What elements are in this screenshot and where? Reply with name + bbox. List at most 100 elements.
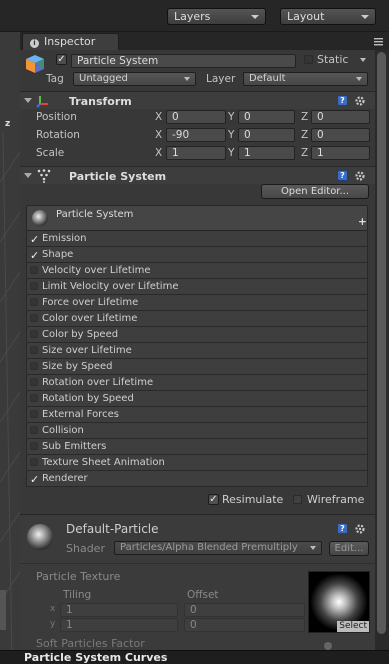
layout-dropdown[interactable]: Layout xyxy=(280,8,376,25)
position-z-field[interactable]: 0 xyxy=(311,110,370,124)
module-row[interactable]: Force over Lifetime xyxy=(26,295,368,311)
position-y-field[interactable]: 0 xyxy=(238,110,295,124)
top-toolbar: Layers Layout xyxy=(0,0,389,32)
gear-icon[interactable] xyxy=(354,170,366,182)
scale-y-field[interactable]: 1 xyxy=(238,146,295,160)
module-label: Color over Lifetime xyxy=(42,313,138,324)
shader-edit-button[interactable]: Edit... xyxy=(329,541,369,556)
particle-system-header[interactable]: Particle System ? xyxy=(20,166,375,184)
slider-knob-icon[interactable] xyxy=(324,642,332,650)
soft-particles-label: Soft Particles Factor xyxy=(36,637,145,650)
help-icon[interactable]: ? xyxy=(337,170,348,181)
scrollbar-thumb[interactable] xyxy=(377,52,386,634)
module-checkbox[interactable] xyxy=(30,426,38,434)
tiling-x-field[interactable]: 1 xyxy=(60,603,178,617)
texture-slot[interactable]: Select xyxy=(308,571,370,633)
module-checkbox[interactable] xyxy=(30,298,38,306)
help-icon[interactable]: ? xyxy=(337,95,348,106)
layers-dropdown[interactable]: Layers xyxy=(167,8,266,25)
help-icon[interactable]: ? xyxy=(337,523,348,534)
module-checkbox[interactable] xyxy=(30,394,38,402)
tiling-y-field[interactable]: 1 xyxy=(60,618,178,632)
info-icon: i xyxy=(30,39,39,48)
foldout-arrow-icon[interactable] xyxy=(24,173,32,178)
tab-menu-icon[interactable] xyxy=(374,37,383,46)
scale-z-field[interactable]: 1 xyxy=(311,146,370,160)
scene-view-edge[interactable]: z xyxy=(0,32,20,664)
module-row[interactable]: Collision xyxy=(26,423,368,439)
module-row[interactable]: ✓ Emission xyxy=(26,231,368,247)
curves-panel-header[interactable]: Particle System Curves xyxy=(0,650,389,664)
gear-icon[interactable] xyxy=(354,95,366,107)
position-label: Position xyxy=(36,111,77,123)
active-checkbox[interactable]: ✓ xyxy=(56,54,67,65)
tag-label: Tag xyxy=(46,73,64,85)
shader-label: Shader xyxy=(66,542,105,555)
module-label: Size by Speed xyxy=(42,361,113,372)
open-editor-button[interactable]: Open Editor... xyxy=(261,184,369,199)
static-checkbox[interactable] xyxy=(304,55,313,64)
module-row[interactable]: ✓ Renderer xyxy=(26,471,368,487)
tab-inspector[interactable]: i Inspector xyxy=(22,33,119,50)
layer-dropdown[interactable]: Default xyxy=(243,72,368,86)
scale-x-field[interactable]: 1 xyxy=(166,146,226,160)
module-label: Limit Velocity over Lifetime xyxy=(42,281,179,292)
position-x-field[interactable]: 0 xyxy=(166,110,226,124)
system-name-label: Particle System xyxy=(56,209,134,220)
module-row[interactable]: Size by Speed xyxy=(26,359,368,375)
module-row[interactable]: Rotation by Speed xyxy=(26,391,368,407)
particle-texture-label: Particle Texture xyxy=(36,570,121,583)
module-checkbox[interactable] xyxy=(30,442,38,450)
rotation-x-field[interactable]: -90 xyxy=(166,128,226,142)
material-section: Default-Particle ? Shader Particles/Alph… xyxy=(20,515,375,650)
module-checkbox[interactable] xyxy=(30,282,38,290)
check-icon[interactable]: ✓ xyxy=(30,233,39,246)
module-row[interactable]: ✓ Shape xyxy=(26,247,368,263)
check-icon[interactable]: ✓ xyxy=(30,249,39,262)
module-checkbox[interactable] xyxy=(30,266,38,274)
module-row[interactable]: Rotation over Lifetime xyxy=(26,375,368,391)
static-label: Static xyxy=(317,53,349,66)
module-checkbox[interactable] xyxy=(30,314,38,322)
gear-icon[interactable] xyxy=(354,523,366,535)
static-dropdown-arrow-icon[interactable] xyxy=(360,58,366,62)
module-row[interactable]: Size over Lifetime xyxy=(26,343,368,359)
module-row[interactable]: Texture Sheet Animation xyxy=(26,455,368,471)
chevron-down-icon xyxy=(310,546,316,550)
tag-dropdown[interactable]: Untagged xyxy=(73,72,196,86)
resimulate-checkbox[interactable]: ✓ xyxy=(208,494,219,505)
module-row[interactable]: Color by Speed xyxy=(26,327,368,343)
wireframe-checkbox[interactable] xyxy=(293,495,302,504)
rotation-label: Rotation xyxy=(36,129,80,141)
foldout-arrow-icon[interactable] xyxy=(24,98,32,103)
module-row[interactable]: External Forces xyxy=(26,407,368,423)
module-checkbox[interactable] xyxy=(30,362,38,370)
resimulate-label: Resimulate xyxy=(222,493,284,506)
module-row[interactable]: Sub Emitters xyxy=(26,439,368,455)
module-row[interactable]: Color over Lifetime xyxy=(26,311,368,327)
check-icon[interactable]: ✓ xyxy=(30,473,39,486)
rotation-z-field[interactable]: 0 xyxy=(311,128,370,142)
module-checkbox[interactable] xyxy=(30,458,38,466)
module-row[interactable]: Limit Velocity over Lifetime xyxy=(26,279,368,295)
texture-select-button[interactable]: Select xyxy=(337,621,369,632)
divider xyxy=(20,563,375,564)
tiling-label: Tiling xyxy=(63,589,92,601)
shader-dropdown[interactable]: Particles/Alpha Blended Premultiply xyxy=(114,541,322,555)
offset-x-field[interactable]: 0 xyxy=(184,603,305,617)
module-row[interactable]: Velocity over Lifetime xyxy=(26,263,368,279)
module-checkbox[interactable] xyxy=(30,330,38,338)
module-checkbox[interactable] xyxy=(30,346,38,354)
add-module-button[interactable]: + xyxy=(358,216,367,228)
module-checkbox[interactable] xyxy=(30,410,38,418)
gameobject-name-field[interactable]: Particle System xyxy=(71,54,296,68)
rotation-y-field[interactable]: 0 xyxy=(238,128,295,142)
transform-header[interactable]: Transform ? xyxy=(20,91,375,109)
inspector-scrollbar[interactable] xyxy=(375,50,389,650)
axis-x-label: X xyxy=(155,129,163,141)
module-checkbox[interactable] xyxy=(30,378,38,386)
particle-system-module-header[interactable]: Particle System + xyxy=(26,205,368,231)
offset-y-field[interactable]: 0 xyxy=(184,618,305,632)
scene-axis-z-label: z xyxy=(5,119,11,129)
chevron-down-icon xyxy=(361,15,369,19)
